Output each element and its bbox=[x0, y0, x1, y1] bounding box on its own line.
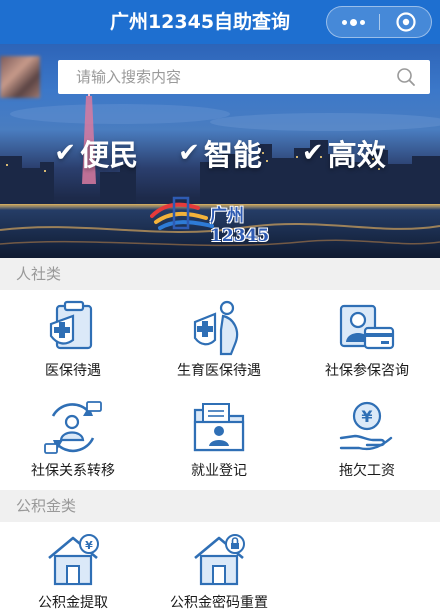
tile-label: 社保参保咨询 bbox=[325, 363, 409, 379]
tile-label: 拖欠工资 bbox=[339, 463, 395, 479]
tile-label: 社保关系转移 bbox=[31, 463, 115, 479]
slogan-efficient: ✔ 高效 bbox=[301, 138, 386, 172]
yuan-hand-icon: ¥ bbox=[339, 401, 393, 451]
slogan-convenience: ✔ 便民 bbox=[54, 138, 139, 172]
employee-folder-icon bbox=[193, 403, 245, 452]
tile-maternity-benefits[interactable]: 生育医保待遇 bbox=[146, 290, 292, 390]
slogan-smart: ✔ 智能 bbox=[178, 138, 262, 172]
svg-text:¥: ¥ bbox=[85, 539, 93, 552]
guangzhou-12345-logo: 广州12345 bbox=[150, 194, 298, 246]
tile-label: 公积金提取 bbox=[38, 595, 108, 611]
search-input[interactable]: 请输入搜索内容 bbox=[58, 60, 430, 94]
search-icon[interactable] bbox=[396, 67, 416, 87]
checkmark-icon: ✔ bbox=[54, 138, 77, 168]
tile-medical-benefits[interactable]: 医保待遇 bbox=[0, 290, 146, 390]
more-dots-icon[interactable] bbox=[327, 7, 379, 37]
checkmark-icon: ✔ bbox=[301, 138, 324, 168]
tile-fund-password-reset[interactable]: 公积金密码重置 bbox=[146, 522, 292, 613]
tile-social-security-consult[interactable]: 社保参保咨询 bbox=[294, 290, 440, 390]
avatar[interactable] bbox=[0, 56, 40, 98]
medical-clipboard-icon bbox=[49, 300, 93, 350]
svg-text:¥: ¥ bbox=[361, 407, 372, 426]
tile-label: 公积金密码重置 bbox=[170, 595, 268, 611]
slogan-row: ✔ 便民 ✔ 智能 ✔ 高效 bbox=[0, 132, 440, 174]
tile-unpaid-wages[interactable]: ¥ 拖欠工资 bbox=[294, 390, 440, 490]
search-placeholder: 请输入搜索内容 bbox=[76, 68, 182, 86]
section-header-hr: 人社类 bbox=[0, 258, 440, 290]
tile-label: 就业登记 bbox=[191, 463, 247, 479]
house-lock-icon bbox=[194, 534, 245, 586]
hero-banner: 请输入搜索内容 ✔ 便民 ✔ 智能 ✔ 高效 广州12345 bbox=[0, 44, 440, 258]
id-card-icon bbox=[339, 304, 395, 350]
service-grid-housing-fund: ¥ 公积金提取 公积金密码重置 bbox=[0, 522, 440, 613]
target-close-icon[interactable] bbox=[380, 7, 432, 37]
tile-label: 生育医保待遇 bbox=[177, 363, 261, 379]
service-grid-hr: 医保待遇 生育医保待遇 社保参保咨询 社保关系转移 就业登记 ¥ 拖欠工资 bbox=[0, 290, 440, 490]
tile-label: 医保待遇 bbox=[45, 363, 101, 379]
transfer-person-icon bbox=[44, 401, 102, 454]
tile-employment-registration[interactable]: 就业登记 bbox=[146, 390, 292, 490]
house-yuan-icon: ¥ bbox=[48, 534, 99, 586]
checkmark-icon: ✔ bbox=[178, 138, 200, 168]
mini-program-capsule bbox=[326, 6, 432, 38]
tile-social-security-transfer[interactable]: 社保关系转移 bbox=[0, 390, 146, 490]
top-navigation-bar: 广州12345自助查询 bbox=[0, 0, 440, 44]
section-header-housing-fund: 公积金类 bbox=[0, 490, 440, 522]
tile-fund-withdrawal[interactable]: ¥ 公积金提取 bbox=[0, 522, 146, 613]
pregnant-woman-icon bbox=[193, 300, 239, 356]
